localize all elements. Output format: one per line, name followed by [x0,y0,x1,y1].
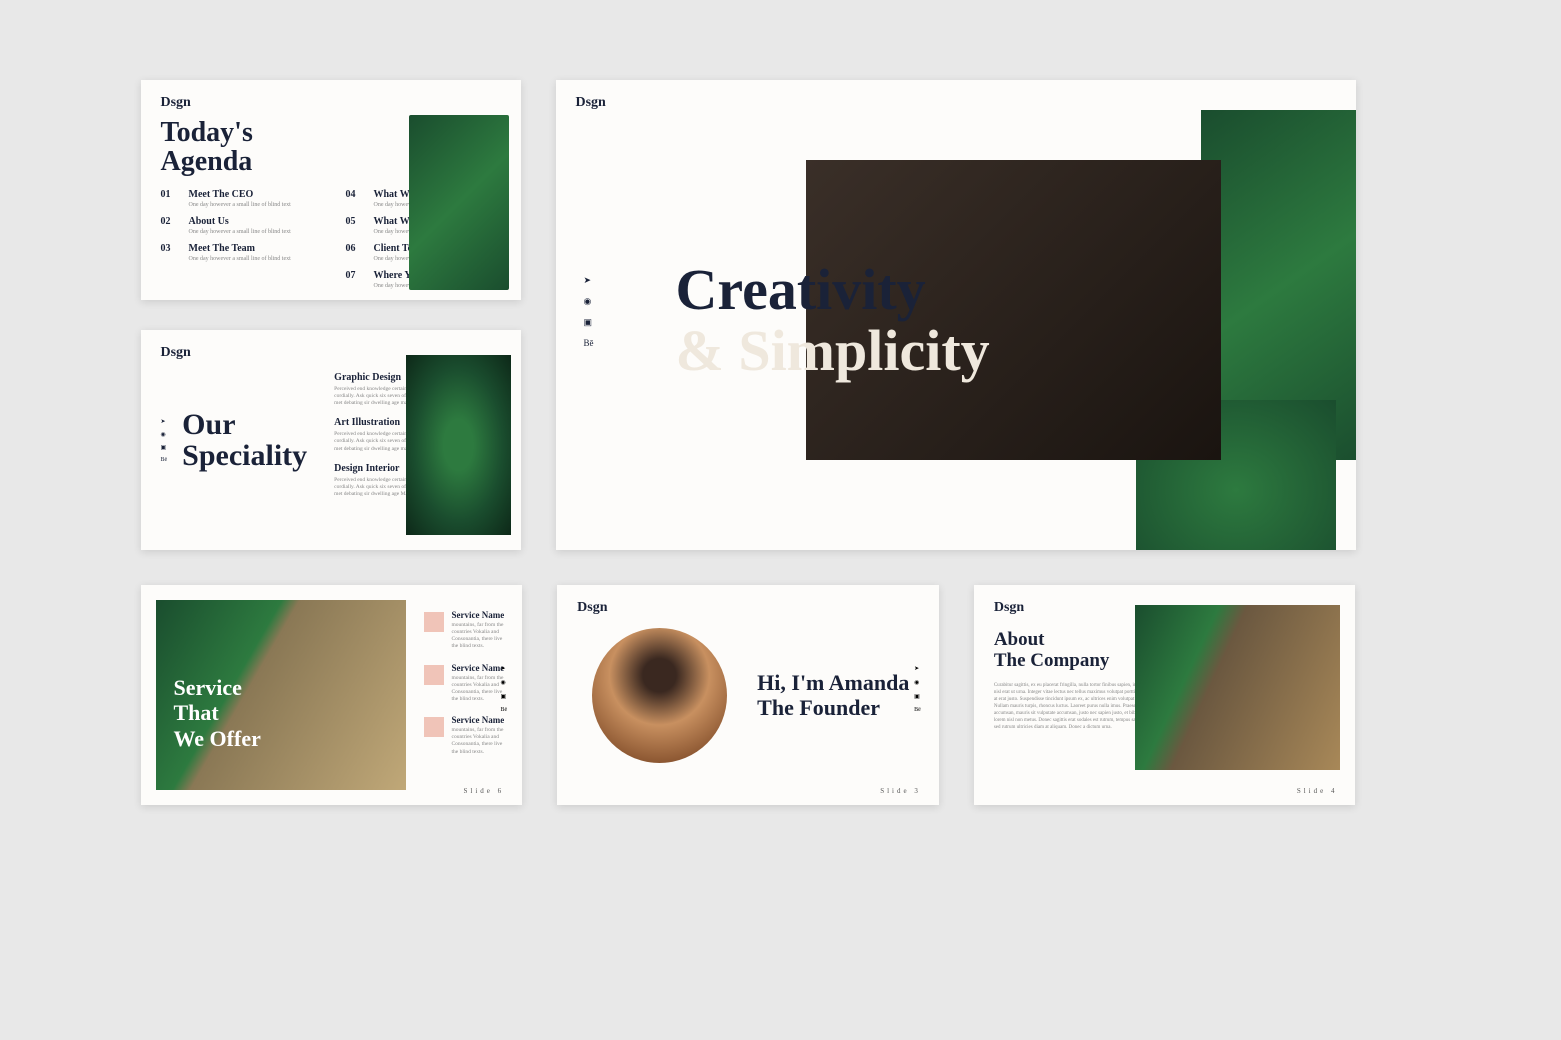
founder-photo [592,628,727,763]
slide-number: Slide 4 [1297,787,1338,795]
about-title: AboutThe Company [994,630,1154,672]
slide-number: Slide 6 [464,787,505,795]
youtube-icon: ▣ [914,693,921,700]
twitter-icon: ➤ [914,665,921,672]
twitter-icon: ➤ [161,418,168,425]
behance-icon: Bē [500,707,507,713]
behance-icon: Bē [161,457,168,463]
agenda-item: 03Meet The TeamOne day however a small l… [161,243,316,262]
monstera-image [406,355,511,535]
service-title: ServiceThatWe Offer [174,675,261,751]
service-item: Service Namemountains, far from the coun… [424,715,508,756]
slide-number: Slide 3 [880,787,921,795]
youtube-icon: ▣ [500,693,507,700]
hero-title: Creativity & Simplicity [676,260,990,382]
agenda-item: 02About UsOne day however a small line o… [161,216,316,235]
diamond-icon [424,717,444,737]
instagram-icon: ◉ [161,431,168,438]
youtube-icon: ▣ [584,317,594,328]
social-icons: ➤ ◉ ▣ Bē [914,665,921,713]
service-photo: ServiceThatWe Offer [156,600,406,790]
brand-label: Dsgn [161,345,191,361]
twitter-icon: ➤ [500,665,507,672]
brand-label: Dsgn [577,600,607,616]
service-item: Service Namemountains, far from the coun… [424,663,508,704]
slide-about: Dsgn AboutThe Company Curabitur sagittis… [974,585,1356,805]
service-item: Service Namemountains, far from the coun… [424,610,508,651]
gift-icon [424,612,444,632]
brand-label: Dsgn [576,95,606,111]
brand-label: Dsgn [994,600,1024,616]
brand-label: Dsgn [161,95,191,111]
slide-hero: Dsgn ➤ ◉ ▣ Bē Creativity & Simplicity [556,80,1356,550]
instagram-icon: ◉ [500,679,507,686]
about-text: Curabitur sagittis, ex eu placerat fring… [994,682,1154,731]
behance-icon: Bē [914,707,921,713]
behance-icon: Bē [584,338,594,348]
slide-founder: Dsgn Hi, I'm AmandaThe Founder ➤ ◉ ▣ Bē … [557,585,939,805]
founder-title: Hi, I'm AmandaThe Founder [757,670,909,721]
social-icons: ➤ ◉ ▣ Bē [500,665,507,713]
agenda-item: 01Meet The CEOOne day however a small li… [161,189,316,208]
plant-image [409,115,509,290]
twitter-icon: ➤ [584,275,594,286]
instagram-icon: ◉ [914,679,921,686]
youtube-icon: ▣ [161,444,168,451]
slide-agenda: Dsgn Today's Agenda 01Meet The CEOOne da… [141,80,521,300]
instagram-icon: ◉ [584,296,594,307]
social-icons: ➤ ◉ ▣ Bē [584,275,594,348]
social-icons: ➤ ◉ ▣ Bē [161,418,168,463]
slide-service: Dsgn ServiceThatWe Offer Service Namemou… [141,585,523,805]
speciality-title: Our Speciality [182,409,322,472]
cart-icon [424,665,444,685]
company-photo [1135,605,1340,770]
slide-speciality: Dsgn ➤ ◉ ▣ Bē Our Speciality Graphic Des… [141,330,521,550]
